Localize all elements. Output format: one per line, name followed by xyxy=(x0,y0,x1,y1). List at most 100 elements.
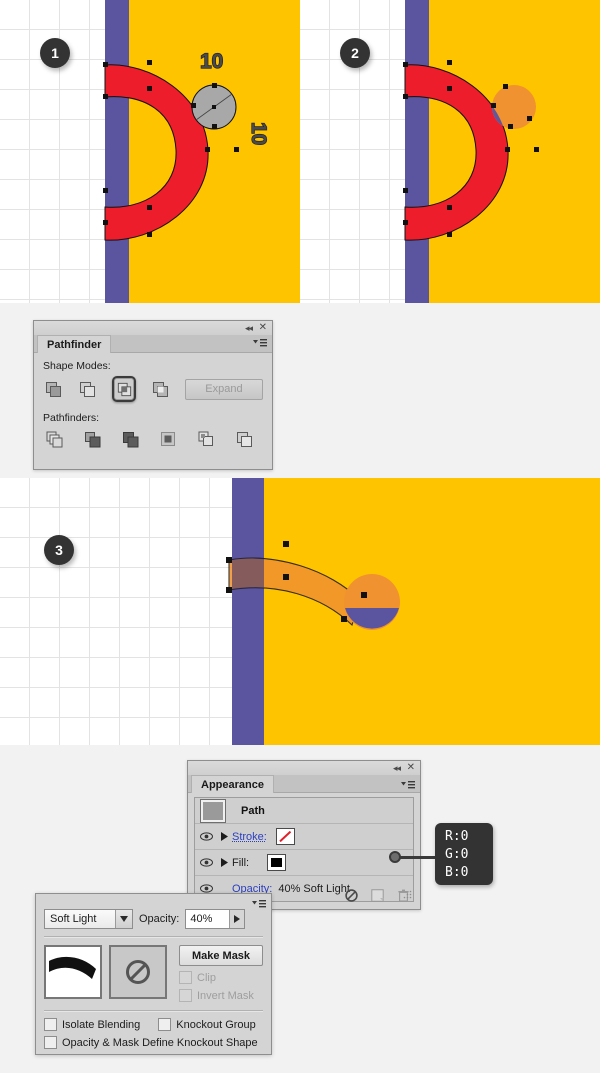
knockout-shape-row[interactable]: Opacity & Mask Define Knockout Shape xyxy=(44,1036,263,1049)
clip-checkbox xyxy=(179,971,192,984)
measure-label-height: 10 xyxy=(247,122,270,145)
shape-mode-intersect-button[interactable] xyxy=(111,376,137,402)
pathfinder-outline-button[interactable] xyxy=(195,428,217,450)
collapse-icon[interactable]: ◂◂ xyxy=(393,764,401,773)
appearance-row-stroke-label[interactable]: Stroke: xyxy=(232,831,267,843)
shape-mode-exclude-button[interactable] xyxy=(150,378,170,400)
appearance-tabbar: Appearance xyxy=(188,775,420,793)
mask-thumbnail[interactable] xyxy=(109,945,167,999)
isolate-knockout-row: Isolate Blending Knockout Group xyxy=(44,1018,263,1031)
visibility-eye-icon[interactable] xyxy=(195,858,217,867)
pathfinder-merge-button[interactable] xyxy=(119,428,141,450)
transparency-mask-row: Make Mask Clip Invert Mask xyxy=(36,938,271,1002)
blend-mode-value: Soft Light xyxy=(50,913,97,925)
make-mask-button[interactable]: Make Mask xyxy=(179,945,263,966)
knockout-shape-checkbox[interactable] xyxy=(44,1036,57,1049)
make-mask-button-label: Make Mask xyxy=(191,949,251,962)
panel-menu-icon[interactable] xyxy=(253,338,267,352)
blend-mode-select[interactable]: Soft Light xyxy=(44,909,133,929)
isolate-blending-checkbox[interactable] xyxy=(44,1018,57,1031)
pathfinders-row xyxy=(43,428,263,450)
rgb-green-value: G:0 xyxy=(445,847,469,862)
invert-mask-checkbox xyxy=(179,989,192,1002)
transparency-options: Isolate Blending Knockout Group Opacity … xyxy=(36,1012,271,1049)
appearance-titlebar[interactable]: ◂◂ ✕ xyxy=(188,761,420,775)
isolate-blending-label: Isolate Blending xyxy=(62,1018,141,1031)
resize-grip-icon[interactable] xyxy=(403,886,412,904)
shape-mode-unite-button[interactable] xyxy=(43,378,63,400)
pathfinders-label: Pathfinders: xyxy=(43,412,100,424)
step-badge-3-label: 3 xyxy=(55,542,63,558)
appearance-row-fill[interactable]: Fill: xyxy=(195,850,413,876)
object-thumbnail[interactable] xyxy=(44,945,102,999)
tab-appearance-label: Appearance xyxy=(201,778,264,791)
appearance-row-path-label: Path xyxy=(241,804,265,817)
opacity-value: 40% xyxy=(190,913,213,925)
pathfinder-crop-button[interactable] xyxy=(157,428,179,450)
shape-modes-label: Shape Modes: xyxy=(43,360,111,372)
mask-controls: Make Mask Clip Invert Mask xyxy=(179,945,263,1002)
appearance-panel[interactable]: ◂◂ ✕ Appearance Path Stroke: Fill: Opaci… xyxy=(187,760,421,910)
appearance-row-fill-label[interactable]: Fill: xyxy=(232,857,249,869)
panel-menu-icon[interactable] xyxy=(252,897,266,915)
appearance-attribute-list[interactable]: Path Stroke: Fill: Opacity: 40% Soft Lig… xyxy=(194,797,414,902)
expand-button[interactable]: Expand xyxy=(184,378,264,400)
disclosure-triangle-icon[interactable] xyxy=(217,832,232,841)
pathfinder-divide-button[interactable] xyxy=(43,428,65,450)
invert-mask-checkbox-row: Invert Mask xyxy=(179,989,263,1002)
collapse-icon[interactable]: ◂◂ xyxy=(245,324,253,333)
clip-label: Clip xyxy=(197,971,216,984)
fill-color-swatch[interactable] xyxy=(267,854,287,871)
clip-checkbox-row: Clip xyxy=(179,971,263,984)
knockout-group-checkbox[interactable] xyxy=(158,1018,172,1031)
step-badge-3: 3 xyxy=(44,535,74,565)
knockout-shape-label: Opacity & Mask Define Knockout Shape xyxy=(62,1036,258,1049)
tab-pathfinder-label: Pathfinder xyxy=(47,338,102,351)
callout-connector-dot xyxy=(389,851,401,863)
pathfinder-tabbar: Pathfinder xyxy=(34,335,272,353)
measure-label-width: 10 xyxy=(200,50,223,73)
expand-button-label: Expand xyxy=(205,383,243,395)
step-badge-1: 1 xyxy=(40,38,70,68)
visibility-eye-icon[interactable] xyxy=(195,832,217,841)
transparency-panel[interactable]: Soft Light Opacity: 40% Make Mask Clip I… xyxy=(35,893,272,1055)
add-new-effect-icon[interactable] xyxy=(345,888,358,907)
pathfinder-titlebar[interactable]: ◂◂ ✕ xyxy=(34,321,272,335)
pathfinder-trim-button[interactable] xyxy=(81,428,103,450)
duplicate-item-icon[interactable] xyxy=(371,888,384,907)
rgb-red-value: R:0 xyxy=(445,829,469,844)
pathfinder-minus-back-button[interactable] xyxy=(233,428,255,450)
callout-connector-line xyxy=(397,856,439,859)
tab-pathfinder[interactable]: Pathfinder xyxy=(37,335,112,353)
isolate-blending-row[interactable]: Isolate Blending xyxy=(44,1018,140,1031)
disclosure-triangle-icon[interactable] xyxy=(217,858,232,867)
step-badge-2: 2 xyxy=(340,38,370,68)
appearance-row-stroke[interactable]: Stroke: xyxy=(195,824,413,850)
opacity-input[interactable]: 40% xyxy=(185,909,246,929)
artboard-canvas-step-3[interactable]: 3 xyxy=(0,478,600,745)
tab-appearance[interactable]: Appearance xyxy=(191,775,274,793)
invert-mask-label: Invert Mask xyxy=(197,989,254,1002)
step-badge-2-label: 2 xyxy=(351,45,359,61)
panel-menu-icon[interactable] xyxy=(401,778,415,796)
artwork-step-3 xyxy=(226,478,600,745)
close-icon[interactable]: ✕ xyxy=(259,323,267,333)
opacity-label: Opacity: xyxy=(139,913,180,925)
chevron-down-icon[interactable] xyxy=(115,910,132,928)
artboard-canvas-step-1[interactable]: 10 10 1 xyxy=(0,0,300,303)
shape-mode-minus-front-button[interactable] xyxy=(77,378,97,400)
pathfinder-panel[interactable]: ◂◂ ✕ Pathfinder Shape Modes: Expand Path… xyxy=(33,320,273,470)
shape-modes-row: Expand xyxy=(43,376,264,402)
appearance-row-path[interactable]: Path xyxy=(195,798,413,824)
knockout-group-row[interactable]: Knockout Group xyxy=(158,1018,256,1031)
step-badge-1-label: 1 xyxy=(51,45,59,61)
object-thumbnail xyxy=(200,798,226,823)
transparency-controls-row: Soft Light Opacity: 40% xyxy=(36,909,271,929)
knockout-group-label: Knockout Group xyxy=(176,1018,256,1031)
artboard-canvas-step-2[interactable]: 2 xyxy=(300,0,600,303)
rgb-value-callout: R:0 G:0 B:0 xyxy=(435,823,493,885)
close-icon[interactable]: ✕ xyxy=(407,763,415,773)
transparency-titlebar xyxy=(36,894,271,909)
opacity-flyout-arrow-icon[interactable] xyxy=(229,910,245,928)
stroke-color-swatch[interactable] xyxy=(275,828,295,845)
